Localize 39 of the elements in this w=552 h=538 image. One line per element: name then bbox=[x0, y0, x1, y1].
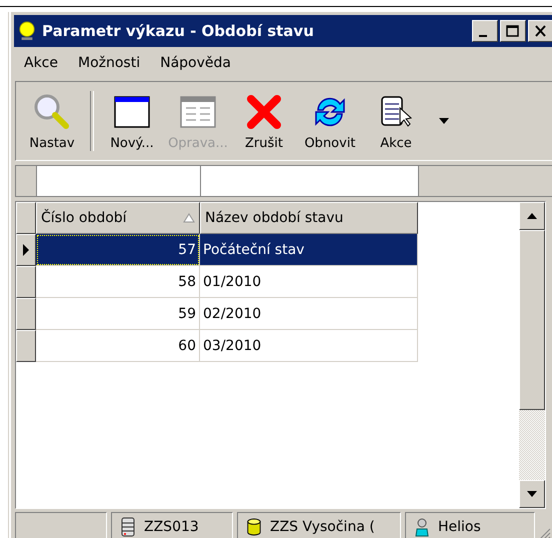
status-text: ZZS Vysočina ( bbox=[270, 519, 375, 535]
scroll-down-icon bbox=[526, 490, 538, 498]
table-cell: 01/2010 bbox=[200, 266, 418, 298]
minimize-button[interactable] bbox=[472, 20, 498, 42]
scrollbar[interactable] bbox=[519, 202, 545, 508]
table-cell: 57 bbox=[36, 234, 200, 266]
filter-field[interactable] bbox=[37, 166, 201, 196]
column-header[interactable]: Název období stavu bbox=[200, 202, 418, 234]
menu-item[interactable]: Nápověda bbox=[160, 55, 231, 71]
table-cell: 59 bbox=[36, 298, 200, 330]
table-cell: 58 bbox=[36, 266, 200, 298]
menu-item[interactable]: Akce bbox=[24, 55, 58, 71]
table-cell: 02/2010 bbox=[200, 298, 418, 330]
toolbar-button[interactable]: Nastav bbox=[20, 90, 84, 152]
column-header[interactable]: Číslo období bbox=[36, 202, 200, 234]
table-cell: 60 bbox=[36, 330, 200, 362]
caret-icon bbox=[438, 117, 450, 125]
scroll-up-icon bbox=[526, 212, 538, 220]
window-title: Parametr výkazu - Období stavu bbox=[42, 22, 314, 40]
maximize-icon bbox=[505, 24, 521, 38]
minimize-icon bbox=[479, 35, 487, 37]
scroll-thumb[interactable] bbox=[519, 230, 545, 410]
toolbar-button[interactable]: Akce bbox=[364, 90, 428, 152]
maximize-button[interactable] bbox=[500, 20, 526, 42]
filter-field[interactable] bbox=[201, 166, 419, 196]
table-cell: Počáteční stav bbox=[200, 234, 418, 266]
status-text: ZZS013 bbox=[144, 519, 199, 535]
bulb-icon bbox=[18, 21, 36, 41]
toolbar-button[interactable]: Nový... bbox=[100, 90, 164, 152]
close-button[interactable] bbox=[528, 20, 552, 42]
menu-item[interactable]: Možnosti bbox=[78, 55, 140, 71]
toolbar-button[interactable]: Zrušit bbox=[232, 90, 296, 152]
magnifier-icon bbox=[32, 92, 72, 132]
resize-grip-icon[interactable] bbox=[539, 528, 551, 538]
status-text: Helios bbox=[438, 519, 481, 535]
table-cell: 03/2010 bbox=[200, 330, 418, 362]
toolbar-button[interactable]: Obnovit bbox=[298, 90, 362, 152]
server-icon bbox=[120, 517, 136, 537]
database-icon bbox=[246, 517, 262, 537]
